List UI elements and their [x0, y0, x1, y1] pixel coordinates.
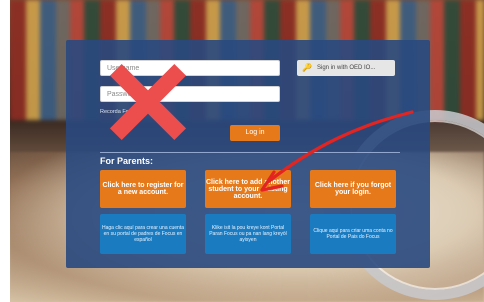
portuguese-register-button[interactable]: Clique aqui para criar uma conta no Port… — [310, 214, 396, 254]
portuguese-register-label: Clique aqui para criar uma conta no Port… — [313, 228, 393, 240]
add-student-button[interactable]: Click here to add another student to you… — [205, 170, 291, 208]
red-x-icon — [109, 63, 187, 141]
forgot-login-button-label: Click here if you forgot your login. — [314, 182, 392, 196]
register-button-label: Click here to register for a new account… — [102, 182, 184, 196]
for-parents-heading: For Parents: — [100, 156, 154, 166]
forgot-login-button[interactable]: Click here if you forgot your login. — [310, 170, 396, 208]
register-button[interactable]: Click here to register for a new account… — [100, 170, 186, 208]
haitian-creole-register-label: Klike isit la pou kreye kont Portal Para… — [209, 225, 287, 243]
spanish-register-label: Haga clic aquí para crear una cuenta en … — [102, 225, 184, 243]
openid-signin-label: Sign in with OED IO... — [317, 65, 376, 71]
key-icon: 🔑 — [302, 63, 312, 72]
haitian-creole-register-button[interactable]: Klike isit la pou kreye kont Portal Para… — [205, 214, 291, 254]
openid-signin-button[interactable]: 🔑 Sign in with OED IO... — [297, 60, 395, 76]
spanish-register-button[interactable]: Haga clic aquí para crear una cuenta en … — [100, 214, 186, 254]
login-button[interactable]: Log in — [230, 125, 280, 141]
add-student-button-label: Click here to add another student to you… — [205, 178, 291, 200]
section-divider — [100, 152, 400, 153]
